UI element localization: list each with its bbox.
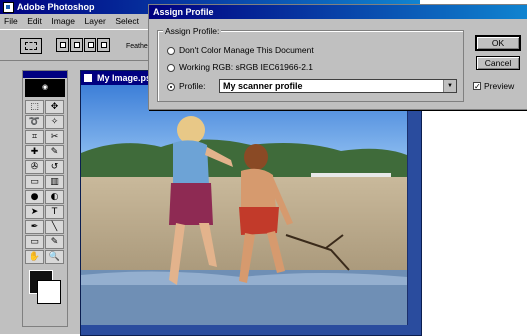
group-label: Assign Profile: [163,26,222,36]
dialog-titlebar[interactable]: Assign Profile [149,5,527,19]
preview-label: Preview [484,81,515,91]
toolbox: ◉ ⬚ ✥ ➰ ✧ ⌗ ✂ ✚ ✎ ✇ ↺ ▭ ▥ ● ◐ ➤ T ✒ ╲ ▭ ✎ ✋ 🔍 [22,70,68,327]
brush-tool[interactable]: ✎ [45,145,64,159]
magic-wand-tool[interactable]: ✧ [45,115,64,129]
option-working-rgb-label: Working RGB: sRGB IEC61966-2.1 [179,62,314,72]
menu-select[interactable]: Select [115,16,139,26]
pen-tool[interactable]: ✒ [25,220,44,234]
color-swatches [25,268,65,306]
menu-file[interactable]: File [4,16,18,26]
app-title: Adobe Photoshop [17,2,95,12]
feather-label: Feathe [126,43,148,50]
ok-button[interactable]: OK [475,35,521,51]
tool-grid: ⬚ ✥ ➰ ✧ ⌗ ✂ ✚ ✎ ✇ ↺ ▭ ▥ ● ◐ ➤ T ✒ ╲ ▭ ✎ ✋ 🔍 [23,98,67,266]
path-selection-tool[interactable]: ➤ [25,205,44,219]
tool-preset-picker[interactable] [20,38,42,54]
selection-mode-buttons [56,38,110,52]
dodge-tool[interactable]: ◐ [45,190,64,204]
type-tool[interactable]: T [45,205,64,219]
eyedropper-tool[interactable]: ✎ [45,235,64,249]
radio-profile[interactable] [167,82,175,91]
option-profile[interactable]: Profile: [167,81,205,92]
document-title: My Image.ps [97,73,152,83]
toolbox-titlebar[interactable] [23,71,67,78]
radio-working-rgb[interactable] [167,63,175,72]
menu-image[interactable]: Image [51,16,75,26]
adobe-eye-logo[interactable]: ◉ [25,79,65,97]
chevron-down-icon[interactable]: ▼ [443,80,456,92]
move-tool[interactable]: ✥ [45,100,64,114]
healing-brush-tool[interactable]: ✚ [25,145,44,159]
lasso-tool[interactable]: ➰ [25,115,44,129]
photo-canvas[interactable] [81,85,408,325]
hand-tool[interactable]: ✋ [25,250,44,264]
gradient-tool[interactable]: ▥ [45,175,64,189]
crop-tool[interactable]: ⌗ [25,130,44,144]
profile-dropdown[interactable]: My scanner profile ▼ [219,79,457,93]
menu-edit[interactable]: Edit [27,16,42,26]
document-icon [84,74,92,82]
preview-checkbox-row[interactable]: ✓ Preview [473,81,514,91]
new-selection-button[interactable] [56,38,69,52]
photoshop-app-icon [3,2,14,13]
radio-dont-color-manage[interactable] [167,46,175,55]
add-to-selection-button[interactable] [69,38,83,52]
option-dont-color-manage-label: Don't Color Manage This Document [179,45,314,55]
marquee-tool[interactable]: ⬚ [25,100,44,114]
blur-tool[interactable]: ● [25,190,44,204]
notes-tool[interactable]: ▭ [25,235,44,249]
zoom-tool[interactable]: 🔍 [45,250,64,264]
line-tool[interactable]: ╲ [45,220,64,234]
option-working-rgb[interactable]: Working RGB: sRGB IEC61966-2.1 [167,62,313,73]
profile-dropdown-value: My scanner profile [223,81,303,91]
beach-photo-image [81,85,407,325]
assign-profile-dialog: Assign Profile Assign Profile: Don't Col… [148,4,527,110]
background-color-swatch[interactable] [37,280,61,304]
eraser-tool[interactable]: ▭ [25,175,44,189]
preview-checkbox[interactable]: ✓ [473,82,481,91]
slice-tool[interactable]: ✂ [45,130,64,144]
subtract-from-selection-button[interactable] [83,38,97,52]
cancel-button[interactable]: Cancel [476,56,520,70]
history-brush-tool[interactable]: ↺ [45,160,64,174]
intersect-selection-button[interactable] [97,38,110,52]
clone-stamp-tool[interactable]: ✇ [25,160,44,174]
option-profile-label: Profile: [179,81,206,91]
option-dont-color-manage[interactable]: Don't Color Manage This Document [167,45,314,56]
menu-layer[interactable]: Layer [85,16,106,26]
